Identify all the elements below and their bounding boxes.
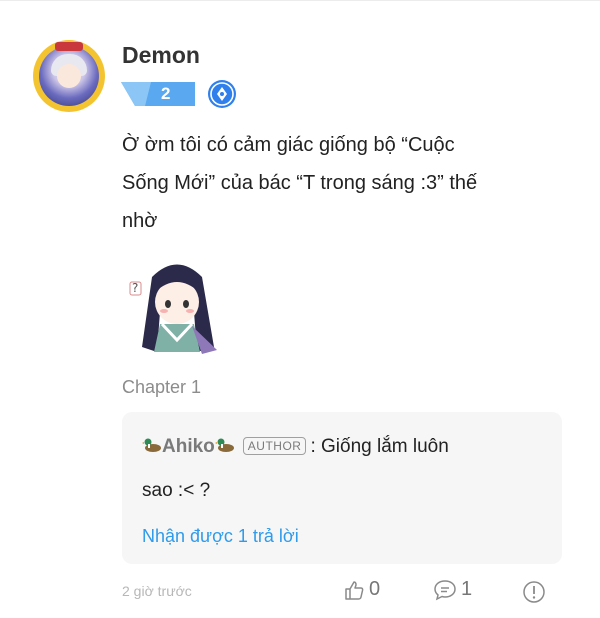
report-button[interactable] bbox=[522, 580, 550, 604]
comment-line-1: Ờ ờm tôi có cảm giác giống bộ “Cuộc bbox=[122, 134, 455, 156]
author-tag: AUTHOR bbox=[242, 437, 307, 455]
comment-line-2: Sống Mới” của bác “T trong sáng :3” thế bbox=[122, 172, 478, 194]
reply-author[interactable]: Ahiko bbox=[162, 436, 215, 457]
like-count: 0 bbox=[369, 578, 381, 600]
view-replies-link[interactable]: Nhận được 1 trả lời bbox=[142, 526, 299, 547]
timestamp: 2 giờ trước bbox=[122, 583, 192, 599]
thumbs-up-icon bbox=[345, 580, 364, 600]
pen-nib-icon bbox=[208, 80, 236, 108]
reply-text: : Giống lắm luôn bbox=[310, 436, 449, 457]
avatar-crown-frame bbox=[55, 42, 83, 51]
reply-line: Ahiko AUTHOR: Giống lắm luôn bbox=[142, 436, 449, 458]
level-badge: 2 bbox=[121, 82, 195, 106]
like-button[interactable]: 0 bbox=[343, 578, 380, 601]
alert-circle-icon bbox=[523, 581, 545, 603]
reply-count-button[interactable]: 1 bbox=[433, 578, 472, 601]
username[interactable]: Demon bbox=[122, 42, 200, 69]
chat-bubble-icon bbox=[434, 579, 456, 600]
comment-line-3: nhờ bbox=[122, 210, 158, 232]
duck-icon bbox=[142, 437, 162, 453]
comment-text: Ờ ờm tôi có cảm giác giống bộ “Cuộc Sống… bbox=[122, 126, 562, 240]
reply-count: 1 bbox=[461, 578, 473, 600]
top-divider bbox=[0, 0, 600, 1]
avatar[interactable] bbox=[33, 40, 105, 112]
duck-icon bbox=[214, 437, 235, 453]
level-number: 2 bbox=[161, 84, 171, 103]
svg-text:?: ? bbox=[132, 281, 138, 295]
reply-text-continued: sao :< ? bbox=[142, 480, 211, 501]
chapter-label[interactable]: Chapter 1 bbox=[122, 377, 201, 398]
reply-box[interactable]: Ahiko AUTHOR: Giống lắm luôn sao :< ? Nh… bbox=[122, 412, 562, 564]
anime-girl-sticker: ? bbox=[122, 252, 232, 362]
